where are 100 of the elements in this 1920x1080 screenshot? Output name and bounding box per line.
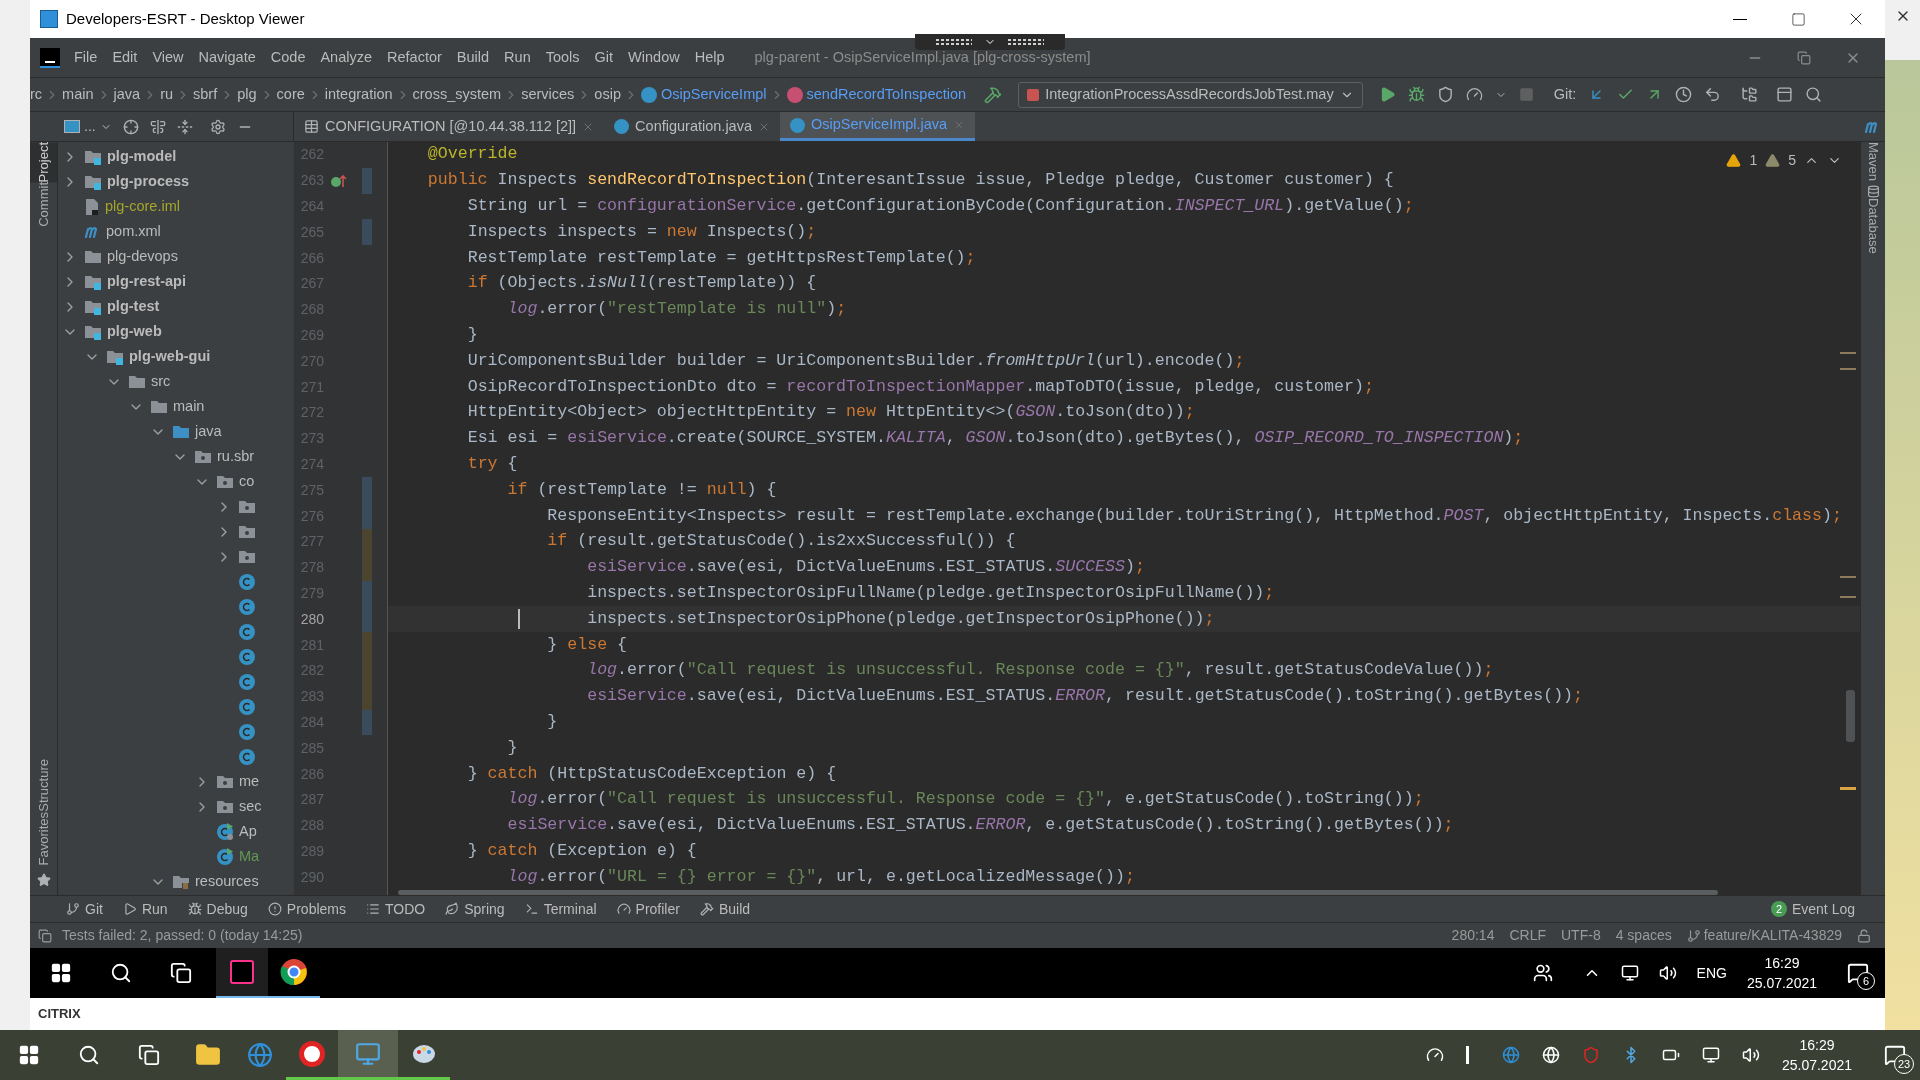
tree-item[interactable]: me — [239, 770, 260, 793]
breadcrumb[interactable]: integration — [324, 83, 393, 106]
tree-item[interactable]: java — [195, 420, 222, 443]
tool-window-tab[interactable]: Favorites — [30, 811, 57, 865]
file-encoding[interactable]: UTF-8 — [1561, 925, 1601, 946]
menu-item[interactable]: Refactor — [387, 46, 442, 69]
menu-item[interactable]: Window — [628, 46, 680, 69]
tree-item[interactable]: plg-model — [107, 145, 177, 168]
tree-item[interactable]: plg-core.iml — [105, 195, 180, 218]
history-clock-icon[interactable] — [1675, 86, 1693, 103]
menu-item[interactable]: Run — [504, 46, 531, 69]
tool-window-button[interactable]: Debug — [187, 898, 248, 920]
network-icon[interactable] — [1701, 1046, 1720, 1064]
tool-window-button[interactable]: Build — [699, 898, 751, 920]
breadcrumb[interactable]: osip — [594, 83, 621, 106]
tool-window-tab[interactable]: Commit — [30, 182, 57, 228]
menu-item[interactable]: Edit — [112, 46, 138, 69]
menu-item[interactable]: Navigate — [198, 46, 256, 69]
tree-item[interactable]: plg-process — [107, 170, 190, 193]
start-windows-icon[interactable] — [18, 1044, 40, 1066]
menu-item[interactable]: Build — [456, 46, 490, 69]
restore-icon[interactable] — [1797, 50, 1811, 65]
network-icon[interactable] — [1620, 964, 1639, 982]
panel-toggle-icon[interactable] — [38, 928, 52, 943]
debug-bug-icon[interactable] — [1407, 86, 1425, 103]
breadcrumb[interactable]: java — [113, 83, 141, 106]
override-marker-icon[interactable] — [330, 172, 348, 189]
menu-item[interactable]: Help — [694, 46, 725, 69]
tool-window-button[interactable]: Terminal — [524, 898, 597, 920]
tree-item[interactable]: ru.sbr — [217, 445, 255, 468]
tree-item[interactable]: Ap — [239, 820, 257, 843]
change-marker[interactable] — [362, 503, 372, 529]
build-hammer-icon[interactable] — [984, 85, 1003, 104]
tool-window-tab[interactable]: Structure — [30, 758, 57, 812]
search-icon[interactable] — [110, 962, 132, 984]
change-marker[interactable] — [362, 580, 372, 607]
start-windows-icon[interactable] — [50, 962, 72, 984]
breadcrumb[interactable]: ru — [160, 83, 174, 106]
security-shield-icon[interactable] — [1581, 1046, 1600, 1064]
task-view-icon[interactable] — [170, 962, 192, 984]
tool-window-button[interactable]: Profiler — [616, 898, 680, 920]
menu-item[interactable]: Tools — [545, 46, 580, 69]
menu-item[interactable]: Analyze — [320, 46, 373, 69]
notifications-icon[interactable] — [1847, 962, 1869, 984]
rollback-icon[interactable] — [1704, 86, 1722, 103]
input-language[interactable]: ENG — [1696, 962, 1727, 984]
tray-app-icon[interactable] — [1425, 1046, 1444, 1064]
change-marker[interactable] — [362, 219, 372, 246]
editor-tab[interactable]: Configuration.java — [604, 112, 780, 141]
tree-item[interactable]: pom.xml — [106, 220, 161, 243]
tree-item[interactable]: Ma — [239, 845, 260, 868]
change-marker[interactable] — [362, 606, 372, 633]
change-marker[interactable] — [362, 554, 372, 581]
tree-item[interactable]: plg-web — [107, 320, 162, 343]
breadcrumb[interactable]: cross_system — [412, 83, 502, 106]
tool-window-button[interactable]: Spring — [445, 898, 505, 920]
indent-setting[interactable]: 4 spaces — [1615, 925, 1672, 946]
tree-item[interactable]: resources — [195, 870, 259, 893]
change-marker[interactable] — [362, 477, 372, 504]
tool-window-tab[interactable]: Maven — [1861, 142, 1885, 182]
event-log-button[interactable]: 2 Event Log — [1770, 898, 1855, 920]
people-icon[interactable] — [1532, 963, 1553, 983]
change-marker[interactable] — [362, 709, 372, 736]
tree-item[interactable]: src — [151, 370, 171, 393]
tree-item[interactable]: sec — [239, 795, 262, 818]
project-name[interactable]: ... — [84, 116, 96, 137]
run-configuration-dropdown[interactable]: IntegrationProcessAssdRecordsJobTest.may — [1018, 81, 1363, 108]
tool-window-button[interactable]: Problems — [267, 898, 346, 920]
menu-item[interactable]: File — [74, 46, 98, 69]
tree-item[interactable]: main — [173, 395, 205, 418]
taskbar-clock[interactable]: 16:29 25.07.2021 — [1746, 953, 1817, 993]
volume-icon[interactable] — [1741, 1046, 1760, 1064]
volume-icon[interactable] — [1658, 964, 1677, 982]
vpn-globe-icon[interactable] — [1541, 1046, 1560, 1064]
collapse-all-icon[interactable] — [176, 118, 193, 135]
window-icon[interactable] — [1776, 86, 1794, 103]
expand-all-icon[interactable] — [149, 118, 166, 135]
editor-tab[interactable]: OsipServiceImpl.java — [780, 112, 976, 141]
star-icon[interactable] — [36, 873, 51, 887]
menu-item[interactable]: Git — [594, 46, 614, 69]
breadcrumb[interactable]: core — [276, 83, 305, 106]
editor-tab[interactable]: CONFIGURATION [@10.44.38.112 [2]] — [294, 112, 605, 141]
tree-item[interactable]: plg-devops — [107, 245, 178, 268]
breadcrumb[interactable]: sbrf — [193, 83, 218, 106]
tool-window-button[interactable]: TODO — [366, 898, 426, 920]
menu-item[interactable]: Code — [270, 46, 306, 69]
tree-item[interactable]: plg-web-gui — [129, 345, 211, 368]
change-marker[interactable] — [362, 528, 372, 555]
tree-item[interactable]: co — [239, 470, 255, 493]
git-branch-widget[interactable]: feature/KALITA-43829 — [1686, 925, 1842, 946]
profiler-icon[interactable] — [1465, 86, 1483, 103]
toolbar-handle[interactable] — [915, 34, 1065, 50]
tool-window-tab[interactable]: Database — [1861, 198, 1885, 254]
tool-window-button[interactable]: Run — [122, 898, 168, 920]
breadcrumb[interactable]: services — [521, 83, 575, 106]
tool-window-button[interactable]: Git — [66, 898, 103, 920]
breadcrumb[interactable]: rc — [30, 83, 43, 106]
tree-item[interactable]: plg-test — [107, 295, 160, 318]
change-marker[interactable] — [362, 167, 372, 194]
breadcrumb[interactable]: OsipServiceImpl — [660, 83, 767, 106]
